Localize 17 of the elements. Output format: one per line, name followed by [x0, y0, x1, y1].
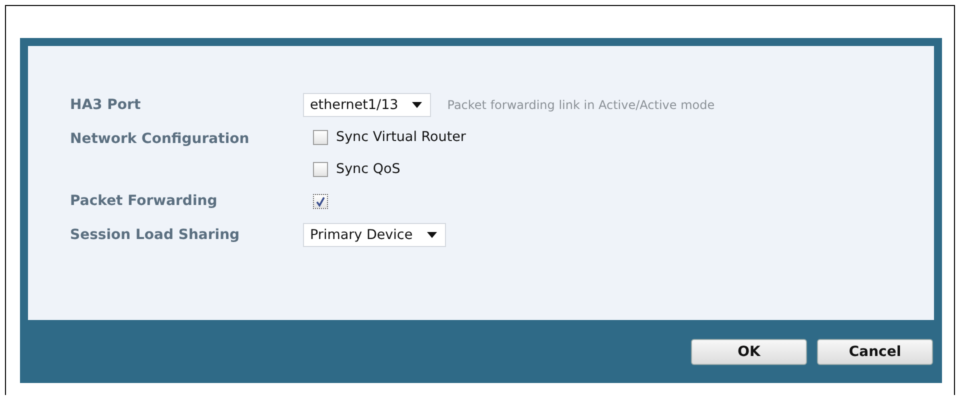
field-label: Session Load Sharing: [70, 226, 241, 245]
dropdown[interactable]: ethernet1/13: [303, 93, 432, 117]
checkbox[interactable]: [313, 130, 328, 144]
checkbox[interactable]: [313, 162, 328, 176]
field-label: Network Configuration: [70, 130, 250, 149]
checkbox-label: Sync QoS: [336, 161, 400, 177]
check-icon: [315, 196, 326, 206]
field-label: Packet Forwarding: [70, 192, 218, 211]
caret-icon: [426, 232, 437, 238]
checkbox[interactable]: [313, 194, 328, 208]
caret-icon: [412, 102, 422, 108]
field-label: HA3 Port: [70, 96, 142, 115]
dropdown[interactable]: Primary Device: [303, 223, 446, 247]
checkbox-label: Sync Virtual Router: [336, 129, 466, 145]
dialog-button[interactable]: OK: [691, 339, 807, 365]
dialog-button[interactable]: Cancel: [817, 339, 933, 365]
help-text: Packet forwarding link in Active/Active mode: [447, 98, 715, 112]
